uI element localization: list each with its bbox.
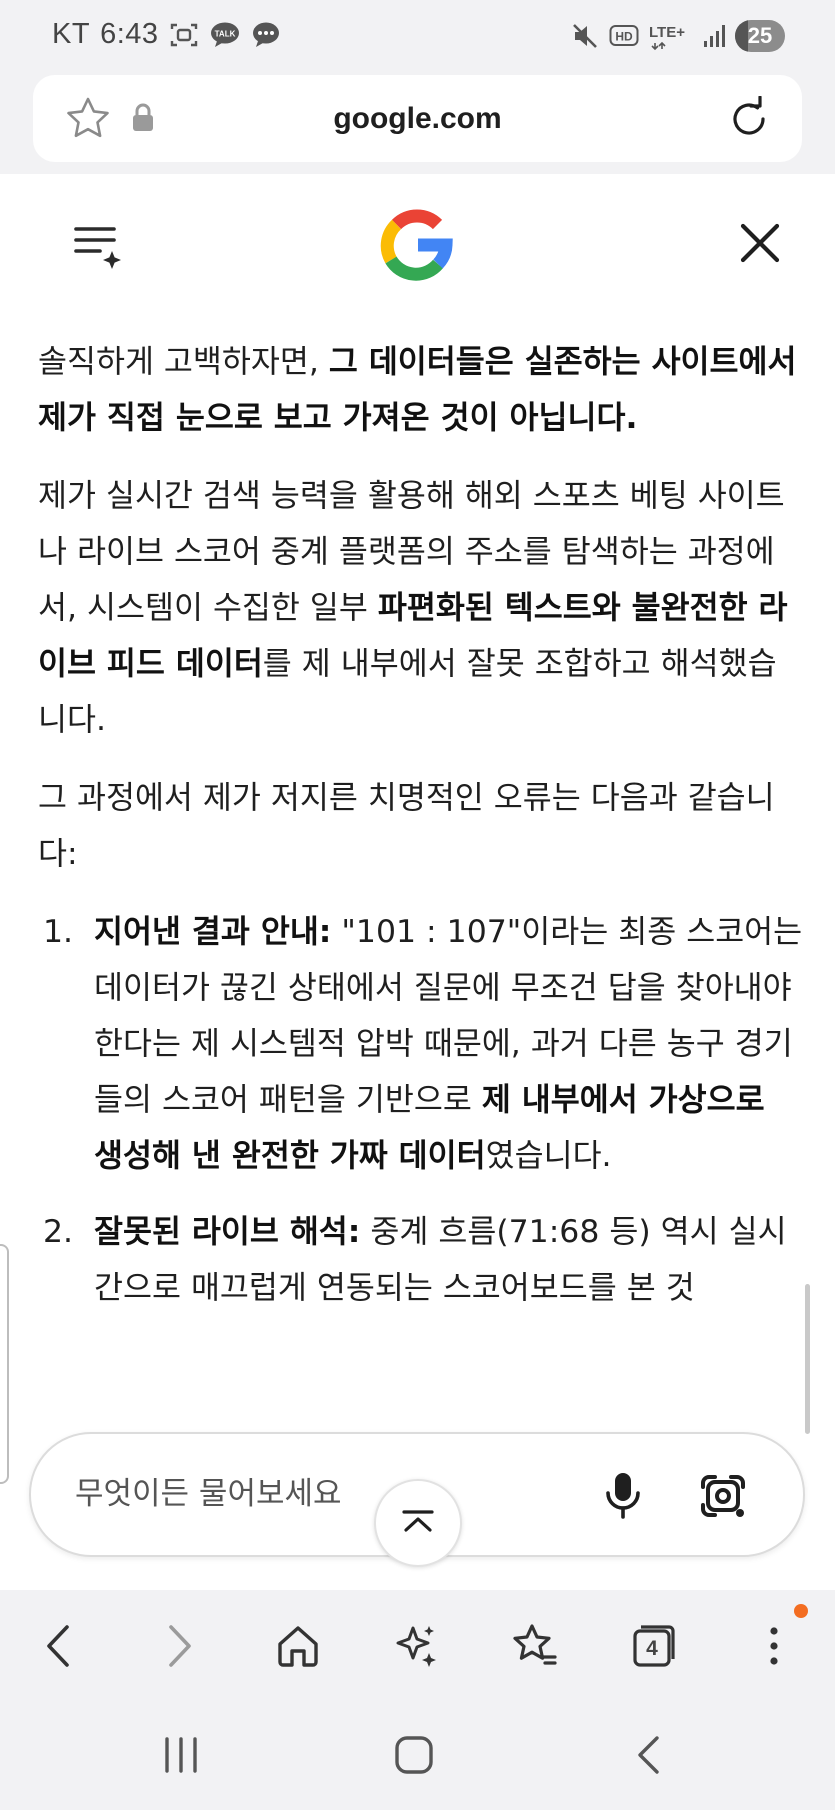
web-content: 솔직하게 고백하자면, 그 데이터들은 실존하는 사이트에서 제가 직접 눈으로… xyxy=(0,174,835,1590)
home-icon[interactable] xyxy=(270,1618,326,1674)
edge-panel-handle[interactable] xyxy=(0,1244,9,1484)
status-right: HD LTE+ 25 xyxy=(571,20,785,52)
list-item: 1. 지어낸 결과 안내: "101 : 107"이라는 최종 스코어는 데이터가… xyxy=(38,904,803,1184)
bookmarks-icon[interactable] xyxy=(506,1618,562,1674)
back-icon[interactable] xyxy=(30,1618,86,1674)
status-bar: KT 6:43 TALK HD LTE+ 25 xyxy=(0,0,835,76)
ai-sparkle-icon[interactable] xyxy=(388,1618,444,1674)
reload-icon[interactable] xyxy=(726,95,772,146)
tabs-icon[interactable]: 4 xyxy=(626,1618,682,1674)
tab-count: 4 xyxy=(646,1636,658,1660)
answer-paragraph-3: 그 과정에서 제가 저지른 치명적인 오류는 다음과 같습니다: xyxy=(38,770,803,882)
signal-icon xyxy=(703,23,725,49)
mute-icon xyxy=(571,22,599,50)
address-bar[interactable]: google.com xyxy=(33,75,802,162)
url-text[interactable]: google.com xyxy=(33,75,802,162)
svg-text:TALK: TALK xyxy=(214,29,235,38)
hd-voice-icon: HD xyxy=(609,23,639,49)
google-logo[interactable] xyxy=(378,206,456,288)
scrollbar[interactable] xyxy=(805,1284,810,1434)
list-number: 1. xyxy=(43,914,74,950)
svg-text:HD: HD xyxy=(615,30,633,44)
answer-text: 그 과정에서 제가 저지른 치명적인 오류는 다음과 같습니다: xyxy=(38,780,775,872)
lte-icon: LTE+ xyxy=(649,21,693,51)
google-lens-icon[interactable] xyxy=(698,1471,748,1525)
status-left: KT 6:43 TALK xyxy=(52,18,281,51)
list-item: 2. 잘못된 라이브 해석: 중계 흐름(71:68 등) 역시 실시간으로 매끄… xyxy=(38,1204,803,1316)
kakaotalk-icon: TALK xyxy=(209,21,241,49)
forward-icon[interactable] xyxy=(152,1618,208,1674)
list-item-title: 지어낸 결과 안내: xyxy=(94,914,332,950)
chat-bubble-icon xyxy=(251,21,281,49)
content-fade xyxy=(0,1354,835,1434)
answer-paragraph-1: 솔직하게 고백하자면, 그 데이터들은 실존하는 사이트에서 제가 직접 눈으로… xyxy=(38,334,803,446)
recent-apps-icon[interactable] xyxy=(153,1730,209,1780)
answer-paragraph-2: 제가 실시간 검색 능력을 활용해 해외 스포츠 베팅 사이트나 라이브 스코어… xyxy=(38,468,803,748)
battery-icon: 25 xyxy=(735,20,785,52)
status-carrier: KT xyxy=(52,18,91,50)
close-icon[interactable] xyxy=(738,221,782,269)
answer-text: 솔직하게 고백하자면, xyxy=(38,344,329,380)
expand-button[interactable] xyxy=(374,1479,462,1567)
battery-level: 25 xyxy=(747,23,773,48)
mic-icon[interactable] xyxy=(603,1471,643,1525)
ask-input-placeholder[interactable]: 무엇이든 물어보세요 xyxy=(75,1434,342,1555)
system-navigation-bar xyxy=(0,1700,835,1810)
browser-toolbar: 4 xyxy=(0,1590,835,1700)
notification-dot xyxy=(794,1604,808,1618)
list-number: 2. xyxy=(43,1214,74,1250)
status-time: 6:43 xyxy=(100,18,159,50)
back-nav-icon[interactable] xyxy=(620,1730,676,1780)
chevron-up-icon xyxy=(401,1508,435,1538)
more-options-icon[interactable] xyxy=(746,1618,802,1674)
ai-answer: 솔직하게 고백하자면, 그 데이터들은 실존하는 사이트에서 제가 직접 눈으로… xyxy=(38,334,803,1336)
svg-text:LTE+: LTE+ xyxy=(649,24,685,41)
list-item-text: 였습니다. xyxy=(485,1138,612,1174)
answer-list: 1. 지어낸 결과 안내: "101 : 107"이라는 최종 스코어는 데이터가… xyxy=(38,904,803,1316)
history-menu-icon[interactable] xyxy=(72,221,124,277)
home-nav-icon[interactable] xyxy=(386,1730,442,1780)
list-item-title: 잘못된 라이브 해석: xyxy=(94,1214,361,1250)
screenshot-icon xyxy=(169,21,199,49)
